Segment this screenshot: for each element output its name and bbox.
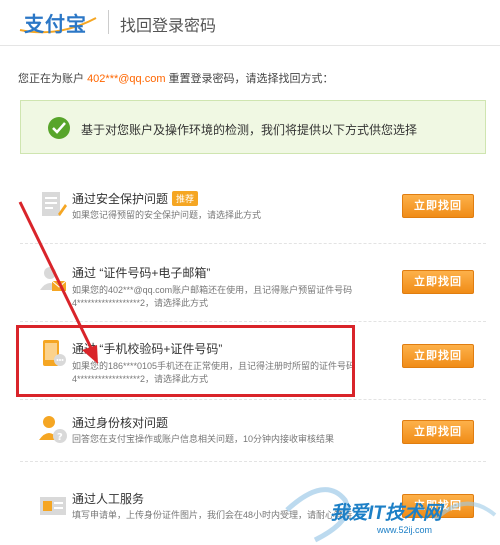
site-watermark: 我爱IT技术网 www.52ij.com bbox=[285, 470, 500, 545]
watermark-text: 我爱IT技术网 bbox=[330, 503, 442, 524]
annotation-arrow bbox=[18, 201, 98, 364]
watermark-url: www.52ij.com bbox=[377, 525, 433, 535]
